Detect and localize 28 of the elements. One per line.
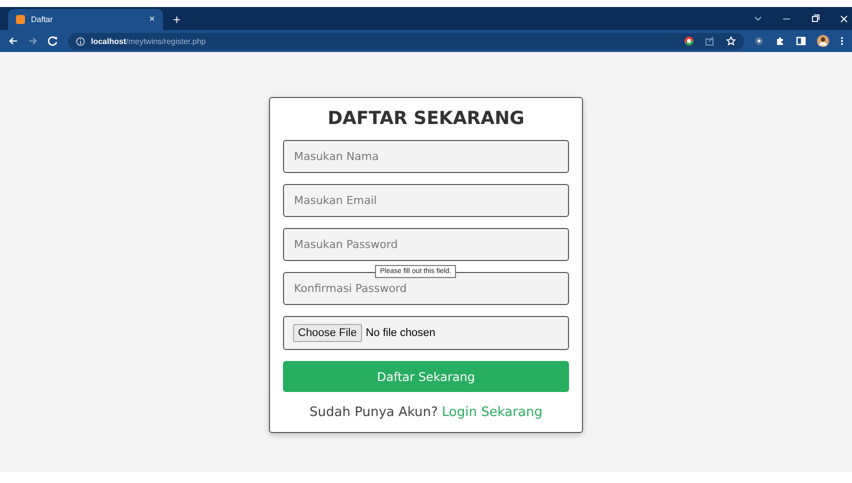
file-input[interactable]: Choose File No file chosen xyxy=(283,316,569,350)
forward-icon[interactable] xyxy=(28,36,38,46)
extension-dot-icon[interactable] xyxy=(754,36,764,46)
info-icon[interactable] xyxy=(76,36,85,46)
input-field[interactable]: Konfirmasi Password xyxy=(283,272,569,305)
file-status: No file chosen xyxy=(366,327,436,339)
footer-text: Sudah Punya Akun? xyxy=(310,405,438,420)
close-icon[interactable] xyxy=(840,14,848,22)
favicon-icon xyxy=(16,15,25,24)
tab-title: Daftar xyxy=(31,15,54,24)
browser-tab[interactable]: Daftar × xyxy=(8,9,163,30)
chevron-down-icon[interactable] xyxy=(754,15,762,22)
choose-file-button[interactable]: Choose File xyxy=(293,324,362,342)
reload-icon[interactable] xyxy=(48,36,58,46)
new-tab-button[interactable]: + xyxy=(173,12,181,27)
avatar-icon[interactable] xyxy=(817,35,829,47)
input-field[interactable]: Masukan Password xyxy=(283,228,569,261)
close-tab-button[interactable]: × xyxy=(149,14,155,25)
input-field[interactable]: Masukan Email xyxy=(283,184,569,217)
star-icon[interactable] xyxy=(726,36,736,46)
restore-icon[interactable] xyxy=(811,14,820,23)
share-icon[interactable] xyxy=(705,36,715,46)
input-field[interactable]: Masukan Nama xyxy=(283,140,569,173)
url-text[interactable]: localhost/meytwins/register.php xyxy=(91,36,206,46)
back-icon[interactable] xyxy=(8,36,18,46)
sidebar-icon[interactable] xyxy=(796,36,806,46)
form-title: DAFTAR SEKARANG xyxy=(328,108,524,129)
menu-icon[interactable] xyxy=(840,36,844,46)
